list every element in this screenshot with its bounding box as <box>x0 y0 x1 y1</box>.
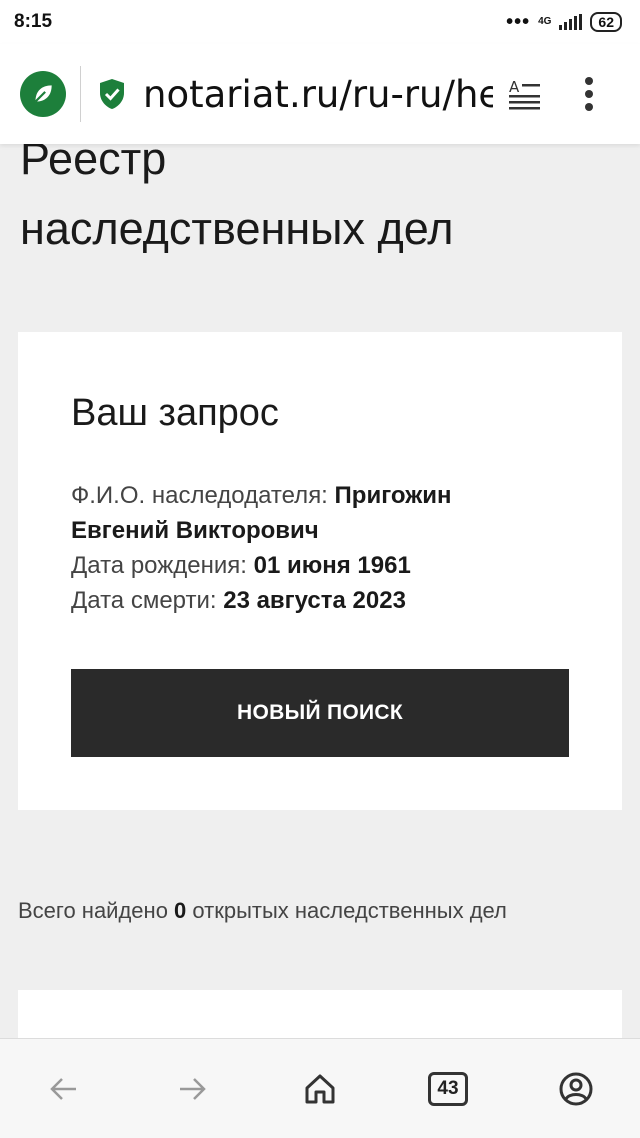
shield-check-icon[interactable] <box>97 77 127 111</box>
death-value: 23 августа 2023 <box>223 587 406 614</box>
browser-toolbar: notariat.ru/ru-ru/he A <box>0 44 640 144</box>
name-label: Ф.И.О. наследодателя: <box>71 482 335 509</box>
forward-arrow-icon[interactable] <box>162 1059 222 1119</box>
results-suffix: открытых наследственных дел <box>186 898 507 923</box>
results-prefix: Всего найдено <box>18 898 175 923</box>
home-icon[interactable] <box>290 1059 350 1119</box>
back-arrow-icon[interactable] <box>34 1059 94 1119</box>
birth-value: 01 июня 1961 <box>253 552 411 579</box>
bottom-navigation: 43 <box>0 1038 640 1138</box>
url-bar[interactable]: notariat.ru/ru-ru/he <box>143 73 493 116</box>
reader-mode-icon[interactable]: A <box>507 76 543 112</box>
notification-dots-icon: ••• <box>506 10 531 33</box>
new-search-button[interactable]: НОВЫЙ ПОИСК <box>71 669 569 757</box>
tabs-icon[interactable]: 43 <box>418 1059 478 1119</box>
request-heading: Ваш запрос <box>71 392 279 434</box>
svg-text:A: A <box>509 78 520 96</box>
page-title-line2: наследственных дел <box>20 203 454 254</box>
request-card: Ваш запрос Ф.И.О. наследодателя: Пригожи… <box>18 332 622 810</box>
tab-count: 43 <box>428 1071 468 1106</box>
status-indicators: ••• 4G 62 <box>506 11 622 34</box>
results-summary: Всего найдено 0 открытых наследственных … <box>18 898 628 924</box>
profile-icon[interactable] <box>546 1059 606 1119</box>
results-count: 0 <box>174 898 187 923</box>
toolbar-divider <box>80 66 81 122</box>
status-time: 8:15 <box>14 11 53 32</box>
signal-icon <box>559 14 583 30</box>
death-label: Дата смерти: <box>71 587 224 614</box>
page-title: Реестр наследственных дел <box>20 124 620 264</box>
more-vert-icon[interactable] <box>583 77 595 111</box>
request-details: Ф.И.О. наследодателя: Пригожин Евгений В… <box>71 478 551 618</box>
leaf-icon[interactable] <box>20 71 66 117</box>
battery-level: 62 <box>590 12 622 32</box>
network-type: 4G <box>538 16 552 27</box>
status-bar: 8:15 ••• 4G 62 <box>0 0 640 44</box>
birth-label: Дата рождения: <box>71 552 254 579</box>
